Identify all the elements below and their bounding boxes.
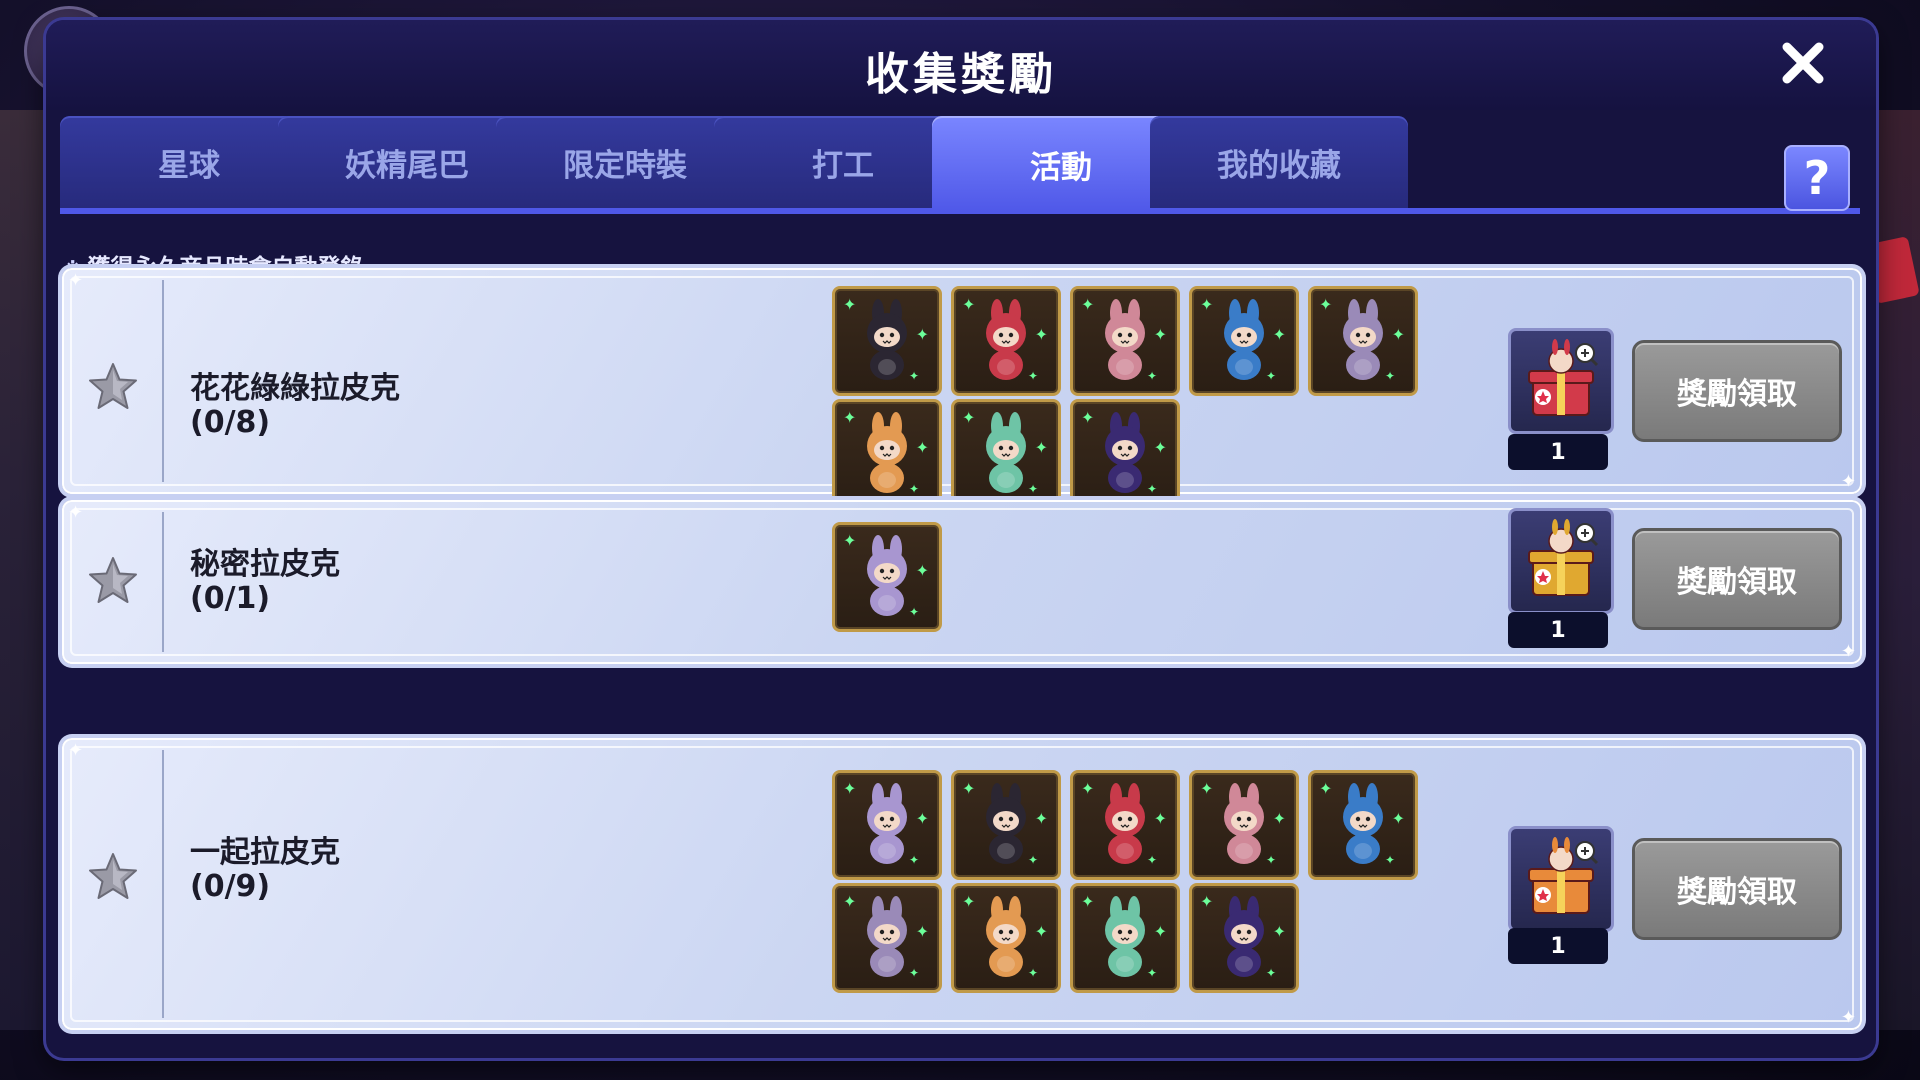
collection-reward-dialog: 收集獎勵 星球妖精尾巴限定時裝打工活動我的收藏 ? ※獲得永久商品時會自動登錄。… bbox=[46, 20, 1876, 1058]
labubu-lilac-icon[interactable]: ✦ ✦ ✦ bbox=[832, 522, 942, 632]
orange-gift-box-icon[interactable] bbox=[1508, 826, 1614, 932]
labubu-blue-icon[interactable]: ✦ ✦ ✦ bbox=[1308, 770, 1418, 880]
claim-reward-button[interactable]: 獎勵領取 bbox=[1632, 528, 1842, 630]
corner-sparkle-icon: ✦ bbox=[68, 270, 84, 291]
labubu-pink-icon[interactable]: ✦ ✦ ✦ bbox=[1070, 286, 1180, 396]
star-icon bbox=[86, 360, 140, 414]
collection-name: 一起拉皮克 bbox=[190, 835, 340, 870]
dialog-header: 收集獎勵 bbox=[46, 20, 1876, 110]
labubu-mint-icon[interactable]: ✦ ✦ ✦ bbox=[1070, 883, 1180, 993]
star-icon bbox=[86, 850, 140, 904]
corner-sparkle-icon: ✦ bbox=[68, 502, 84, 523]
red-gift-box-icon[interactable] bbox=[1508, 328, 1614, 434]
reward-count: 1 bbox=[1508, 928, 1608, 964]
category-tabs: 星球 妖精尾巴 限定時裝 打工 活動 我的收藏 bbox=[60, 116, 1860, 224]
collection-row: ✦ ✦ 一起拉皮克 (0/9) ✦ ✦ ✦ ✦ ✦ ✦ ✦ ✦ ✦ ✦ ✦ ✦ ✦ ✦ ✦ ✦ ✦ ✦ ✦ ✦ ✦ ✦ ✦ ✦ ✦ ✦ ✦ 1… bbox=[62, 738, 1862, 1030]
collection-row: ✦ ✦ 秘密拉皮克 (0/1) ✦ ✦ ✦ 1 獎勵領取 bbox=[62, 500, 1862, 664]
labubu-blue-icon[interactable]: ✦ ✦ ✦ bbox=[1189, 286, 1299, 396]
corner-sparkle-icon: ✦ bbox=[68, 740, 84, 761]
claim-reward-button[interactable]: 獎勵領取 bbox=[1632, 340, 1842, 442]
collection-name-block: 花花綠綠拉皮克 (0/8) bbox=[190, 372, 400, 440]
row-divider bbox=[162, 512, 164, 652]
labubu-lavender-icon[interactable]: ✦ ✦ ✦ bbox=[832, 883, 942, 993]
labubu-mint-icon[interactable]: ✦ ✦ ✦ bbox=[951, 399, 1061, 509]
collection-name-block: 一起拉皮克 (0/9) bbox=[190, 836, 340, 904]
close-icon bbox=[1782, 42, 1824, 84]
collection-name: 花花綠綠拉皮克 bbox=[190, 371, 400, 406]
reward-count: 1 bbox=[1508, 434, 1608, 470]
close-button[interactable] bbox=[1774, 34, 1832, 92]
collection-row: ✦ ✦ 花花綠綠拉皮克 (0/8) ✦ ✦ ✦ ✦ ✦ ✦ ✦ ✦ ✦ ✦ ✦ ✦ ✦ ✦ ✦ ✦ ✦ ✦ ✦ ✦ ✦ ✦ ✦ ✦ 1 獎… bbox=[62, 268, 1862, 509]
background-left-scene bbox=[0, 110, 48, 1030]
labubu-black-icon[interactable]: ✦ ✦ ✦ bbox=[832, 286, 942, 396]
corner-sparkle-icon: ✦ bbox=[1840, 471, 1856, 492]
corner-sparkle-icon: ✦ bbox=[1840, 1007, 1856, 1028]
collection-name: 秘密拉皮克 bbox=[190, 547, 340, 582]
labubu-red-icon[interactable]: ✦ ✦ ✦ bbox=[951, 286, 1061, 396]
row-divider bbox=[162, 750, 164, 1018]
star-icon bbox=[86, 554, 140, 608]
labubu-purple-icon[interactable]: ✦ ✦ ✦ bbox=[1189, 883, 1299, 993]
labubu-orange-icon[interactable]: ✦ ✦ ✦ bbox=[832, 399, 942, 509]
help-button[interactable]: ? bbox=[1784, 145, 1850, 211]
labubu-red-icon[interactable]: ✦ ✦ ✦ bbox=[1070, 770, 1180, 880]
collection-progress: (0/9) bbox=[190, 869, 271, 904]
labubu-lavender-icon[interactable]: ✦ ✦ ✦ bbox=[1308, 286, 1418, 396]
collection-progress: (0/1) bbox=[190, 581, 271, 616]
claim-reward-button[interactable]: 獎勵領取 bbox=[1632, 838, 1842, 940]
gold-gift-box-icon[interactable] bbox=[1508, 508, 1614, 614]
collection-progress: (0/8) bbox=[190, 405, 271, 440]
labubu-black-icon[interactable]: ✦ ✦ ✦ bbox=[951, 770, 1061, 880]
tab-5[interactable]: 我的收藏 bbox=[1150, 116, 1408, 208]
collection-name-block: 秘密拉皮克 (0/1) bbox=[190, 548, 340, 616]
reward-count: 1 bbox=[1508, 612, 1608, 648]
labubu-lilac-icon[interactable]: ✦ ✦ ✦ bbox=[832, 770, 942, 880]
question-icon: ? bbox=[1803, 151, 1831, 205]
labubu-purple-icon[interactable]: ✦ ✦ ✦ bbox=[1070, 399, 1180, 509]
corner-sparkle-icon: ✦ bbox=[1840, 641, 1856, 662]
row-divider bbox=[162, 280, 164, 482]
labubu-pink-icon[interactable]: ✦ ✦ ✦ bbox=[1189, 770, 1299, 880]
dialog-title: 收集獎勵 bbox=[865, 49, 1057, 100]
labubu-orange-icon[interactable]: ✦ ✦ ✦ bbox=[951, 883, 1061, 993]
